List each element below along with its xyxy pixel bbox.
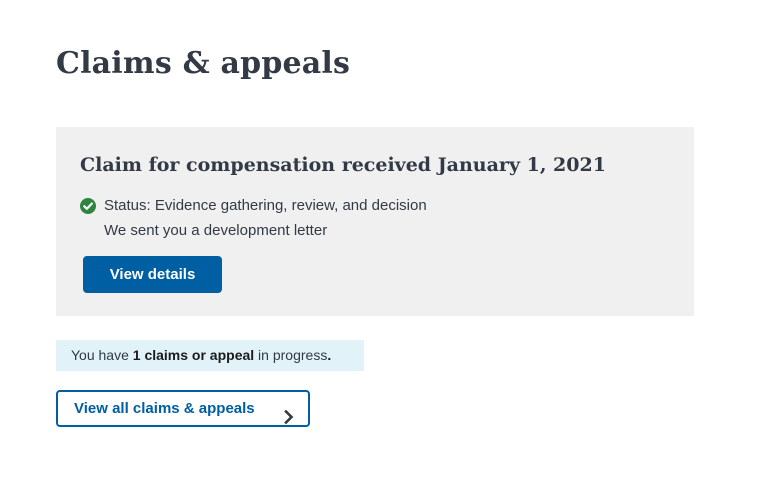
- claim-status-text: Status: Evidence gathering, review, and …: [104, 197, 427, 214]
- claim-status-detail: We sent you a development letter: [104, 222, 328, 239]
- page-title: Claims & appeals: [56, 46, 351, 81]
- claim-title: Claim for compensation received January …: [80, 154, 606, 176]
- progress-count: 1 claims or appeal: [132, 347, 255, 363]
- check-circle-icon: [80, 198, 96, 214]
- view-all-claims-label: View all claims & appeals: [74, 400, 255, 417]
- view-all-claims-link[interactable]: View all claims & appeals: [56, 390, 310, 427]
- claim-card: Claim for compensation received January …: [56, 127, 694, 316]
- chevron-right-icon: [284, 403, 294, 425]
- claim-status-row: Status: Evidence gathering, review, and …: [80, 197, 427, 217]
- progress-prefix: You have: [71, 347, 133, 363]
- progress-period: .: [327, 347, 332, 363]
- claims-in-progress-alert: You have 1 claims or appeal in progress.: [56, 340, 364, 371]
- view-details-button[interactable]: View details: [83, 256, 222, 293]
- progress-suffix: in progress: [254, 347, 328, 363]
